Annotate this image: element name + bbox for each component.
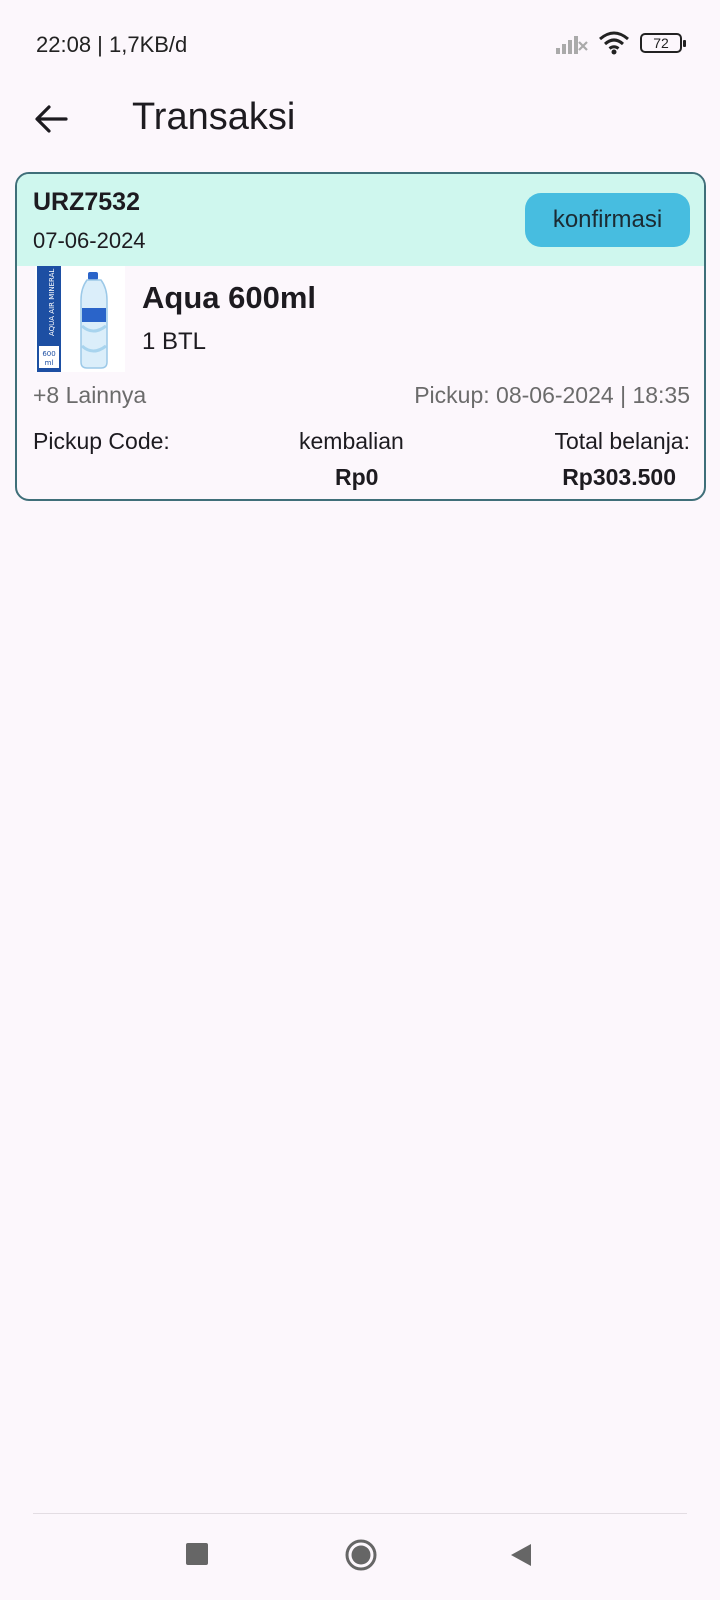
product-image-size-text: 600 bbox=[42, 350, 55, 358]
battery-level: 72 bbox=[653, 35, 669, 51]
transaction-card[interactable]: URZ7532 07-06-2024 konfirmasi AQUA AIR M… bbox=[15, 172, 706, 501]
total-value: Rp303.500 bbox=[562, 464, 676, 490]
signal-off-icon bbox=[556, 36, 588, 54]
back-button[interactable] bbox=[30, 98, 72, 140]
arrow-left-icon bbox=[35, 105, 68, 133]
more-items-label: +8 Lainnya bbox=[33, 382, 147, 408]
card-header: URZ7532 07-06-2024 konfirmasi bbox=[17, 174, 704, 266]
pickup-datetime: Pickup: 08-06-2024 | 18:35 bbox=[414, 382, 690, 408]
wifi-icon bbox=[599, 31, 629, 55]
recents-button[interactable] bbox=[185, 1542, 209, 1571]
order-date: 07-06-2024 bbox=[33, 228, 146, 253]
total-label: Total belanja: bbox=[554, 428, 690, 454]
product-name: Aqua 600ml bbox=[142, 280, 317, 315]
app-bar: Transaksi bbox=[0, 90, 720, 148]
nav-back-button[interactable] bbox=[509, 1542, 533, 1573]
system-nav-bar bbox=[0, 1514, 720, 1600]
home-button[interactable] bbox=[344, 1538, 378, 1577]
confirm-button[interactable]: konfirmasi bbox=[525, 193, 690, 247]
back-triangle-icon bbox=[511, 1544, 531, 1566]
page-title: Transaksi bbox=[132, 96, 296, 138]
order-id: URZ7532 bbox=[33, 188, 140, 216]
status-time: 22:08 | 1,7KB/d bbox=[36, 32, 188, 57]
change-value: Rp0 bbox=[335, 464, 379, 490]
pickup-code-label: Pickup Code: bbox=[33, 428, 170, 454]
product-image: AQUA AIR MINERAL 600 ml bbox=[35, 266, 125, 372]
product-image-unit-text: ml bbox=[45, 359, 54, 367]
recents-square-icon bbox=[186, 1543, 208, 1565]
product-image-brand-text: AQUA AIR MINERAL bbox=[48, 269, 56, 336]
product-quantity: 1 BTL bbox=[142, 328, 207, 355]
status-icons: 72 bbox=[556, 30, 686, 56]
change-label: kembalian bbox=[299, 428, 404, 454]
battery-icon: 72 bbox=[640, 33, 686, 53]
home-circle-icon bbox=[345, 1539, 377, 1571]
status-bar: 22:08 | 1,7KB/d 72 bbox=[0, 0, 720, 90]
